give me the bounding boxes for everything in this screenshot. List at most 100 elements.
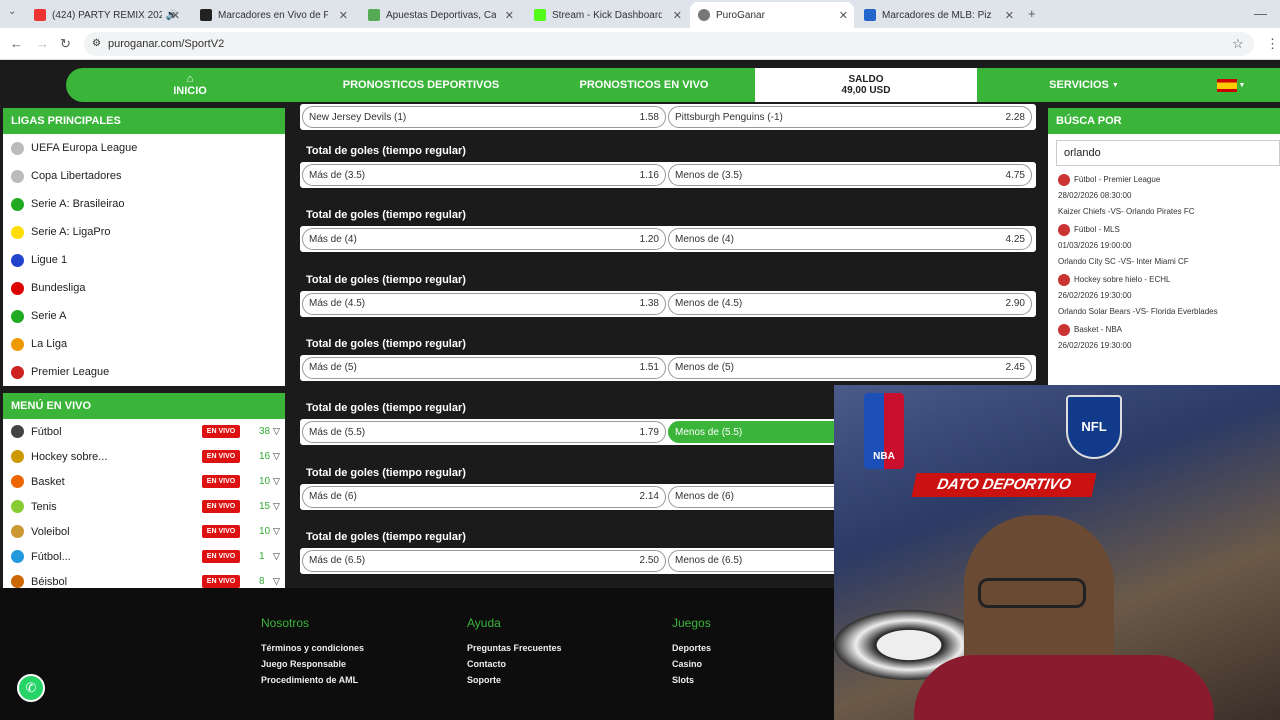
sport-icon (11, 475, 24, 488)
live-sport-item[interactable]: Basket EN VIVO 10 ▽ (3, 469, 285, 494)
kick-icon (534, 9, 546, 21)
result-date: 28/02/2026 08:30:00 (1058, 191, 1132, 200)
league-item[interactable]: UEFA Europa League (3, 134, 285, 162)
search-result[interactable]: Basket - NBA 26/02/2026 19:30:00 (1048, 322, 1280, 354)
site-info-icon[interactable]: ⚙ (92, 32, 101, 56)
chevron-down-icon[interactable]: ▽ (273, 476, 280, 487)
busca-title: BÚSCA POR (1048, 108, 1280, 134)
live-count: 10 (259, 526, 271, 537)
reload-icon[interactable]: ↻ (60, 36, 71, 52)
close-tab-icon[interactable]: ✕ (339, 9, 348, 22)
tab-search-icon[interactable]: ⌄ (8, 6, 16, 17)
league-flag-icon (11, 281, 24, 295)
league-flag-icon (11, 253, 24, 267)
tab-mlb[interactable]: Marcadores de MLB: Pizarra, Re✕ (856, 2, 1020, 28)
under-option[interactable]: Menos de (4.5) 2.90 (668, 292, 1032, 315)
tab-apuestas[interactable]: Apuestas Deportivas, Casa de A✕ (360, 2, 520, 28)
live-sport-item[interactable]: Voleibol EN VIVO 10 ▽ (3, 519, 285, 544)
league-item[interactable]: Ligue 1 (3, 246, 285, 274)
search-result[interactable]: Fútbol - MLS 01/03/2026 19:00:00 Orlando C… (1048, 222, 1280, 270)
tab-party-remix[interactable]: (424) PARTY REMIX 2025 - 🔊✕ (26, 2, 186, 28)
whatsapp-icon[interactable]: ✆ (17, 674, 45, 702)
live-count: 1 (259, 551, 265, 562)
chevron-down-icon[interactable]: ▽ (273, 576, 280, 587)
footer-link[interactable]: Deportes (672, 640, 711, 656)
market-row: Más de (5) 1.51 Menos de (5) 2.45 (300, 354, 1036, 381)
sport-label: Voleibol (31, 525, 70, 538)
footer-link[interactable]: Términos y condiciones (261, 640, 364, 656)
over-option[interactable]: Más de (4.5) 1.38 (302, 292, 666, 315)
new-tab-icon[interactable]: + (1028, 6, 1036, 21)
live-sport-item[interactable]: Fútbol... EN VIVO 1 ▽ (3, 544, 285, 569)
league-item[interactable]: Serie A (3, 302, 285, 330)
live-count: 8 (259, 576, 265, 587)
menu-icon[interactable]: ⋮ (1266, 36, 1279, 52)
sport-label: Fútbol (31, 425, 62, 438)
close-tab-icon[interactable]: ✕ (505, 9, 514, 22)
live-sport-item[interactable]: Hockey sobre... EN VIVO 16 ▽ (3, 444, 285, 469)
url-field[interactable]: ⚙ puroganar.com/SportV2 (84, 32, 1254, 56)
nav-servicios[interactable]: SERVICIOS ▼ (1046, 68, 1122, 102)
glasses (978, 578, 1086, 608)
nav-inicio[interactable]: ⌂ INICIO (162, 68, 218, 102)
over-option[interactable]: Más de (5) 1.51 (302, 356, 666, 379)
nav-pronosticos-vivo[interactable]: PRONOSTICOS EN VIVO (566, 68, 722, 102)
chevron-down-icon[interactable]: ▽ (273, 451, 280, 462)
back-icon[interactable]: ← (10, 36, 23, 51)
over-option[interactable]: Más de (3.5) 1.16 (302, 164, 666, 186)
forward-icon[interactable]: → (36, 36, 49, 51)
search-result[interactable]: Fútbol - Premier League 28/02/2026 08:30:… (1048, 172, 1280, 220)
live-sport-item[interactable]: Fútbol EN VIVO 38 ▽ (3, 419, 285, 444)
league-item[interactable]: Serie A: Brasileirao (3, 190, 285, 218)
chevron-down-icon[interactable]: ▽ (273, 551, 280, 562)
close-tab-icon[interactable]: ✕ (673, 9, 682, 22)
odd-option[interactable]: Pittsburgh Penguins (-1) 2.28 (668, 106, 1032, 128)
tab-kick[interactable]: Stream - Kick Dashboard ✕ (526, 2, 688, 28)
nba-logo-icon: NBA (864, 393, 904, 469)
under-option[interactable]: Menos de (4) 4.25 (668, 228, 1032, 251)
under-option[interactable]: Menos de (5) 2.45 (668, 356, 1032, 379)
over-option[interactable]: Más de (6.5) 2.50 (302, 549, 666, 572)
tab-puroganar[interactable]: PuroGanar ✕ (690, 2, 854, 28)
minimize-icon[interactable]: — (1254, 6, 1267, 21)
search-input[interactable]: orlando (1056, 140, 1280, 166)
league-item[interactable]: La Liga (3, 330, 285, 358)
footer-link[interactable]: Preguntas Frecuentes (467, 640, 562, 656)
close-tab-icon[interactable]: ✕ (1005, 9, 1014, 22)
odd-option[interactable]: New Jersey Devils (1) 1.58 (302, 106, 666, 128)
footer-link[interactable]: Soporte (467, 672, 562, 688)
league-item[interactable]: Bundesliga (3, 274, 285, 302)
nfl-logo-icon: NFL (1066, 395, 1122, 459)
league-item[interactable]: Copa Libertadores (3, 162, 285, 190)
language-selector[interactable]: ▼ (1216, 68, 1246, 102)
webcam-overlay: NBA NFL DATO DEPORTIVO (834, 385, 1280, 720)
market-title: Total de goles (tiempo regular) (306, 273, 466, 286)
footer-link[interactable]: Slots (672, 672, 711, 688)
footer-link[interactable]: Juego Responsable (261, 656, 364, 672)
under-option[interactable]: Menos de (3.5) 4.75 (668, 164, 1032, 186)
search-result[interactable]: Hockey sobre hielo - ECHL 26/02/2026 19:3… (1048, 272, 1280, 320)
result-flag-icon (1058, 223, 1070, 236)
sport-icon (11, 575, 24, 588)
nav-pronosticos[interactable]: PRONOSTICOS DEPORTIVOS (326, 68, 516, 102)
home-icon: ⌂ (186, 73, 194, 85)
over-option[interactable]: Más de (4) 1.20 (302, 228, 666, 251)
tab-marcadores[interactable]: Marcadores en Vivo de Fútbol✕ (192, 2, 354, 28)
live-sport-item[interactable]: Tenis EN VIVO 15 ▽ (3, 494, 285, 519)
chevron-down-icon[interactable]: ▽ (273, 526, 280, 537)
league-item[interactable]: Premier League (3, 358, 285, 386)
footer-link[interactable]: Contacto (467, 656, 562, 672)
bookmark-star-icon[interactable]: ☆ (1232, 36, 1244, 52)
market-row: Más de (4.5) 1.38 Menos de (4.5) 2.90 (300, 290, 1036, 317)
close-tab-icon[interactable]: ✕ (171, 9, 180, 22)
footer-link[interactable]: Casino (672, 656, 711, 672)
chevron-down-icon[interactable]: ▽ (273, 426, 280, 437)
over-option[interactable]: Más de (6) 2.14 (302, 485, 666, 508)
browser-tab-strip: ⌄ (424) PARTY REMIX 2025 - 🔊✕ Marcadores… (0, 0, 1280, 28)
footer-link[interactable]: Procedimiento de AML (261, 672, 364, 688)
chevron-down-icon[interactable]: ▽ (273, 501, 280, 512)
league-item[interactable]: Serie A: LigaPro (3, 218, 285, 246)
over-option[interactable]: Más de (5.5) 1.79 (302, 421, 666, 444)
close-tab-icon[interactable]: ✕ (839, 9, 848, 22)
league-flag-icon (11, 365, 24, 379)
